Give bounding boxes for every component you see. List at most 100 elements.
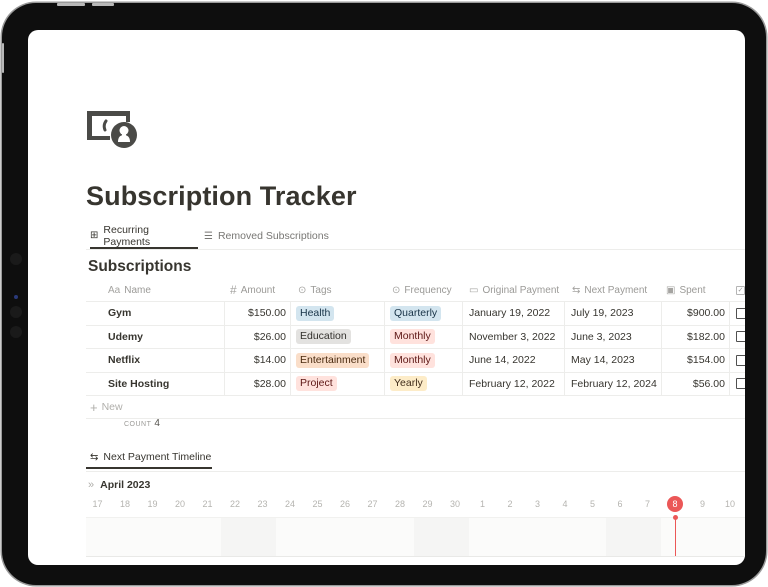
select-icon: ⊙	[392, 284, 401, 296]
tablet-frame: Subscription Tracker ⊞ Recurring Payment…	[2, 3, 766, 585]
timeline-day: 30	[449, 499, 460, 509]
timeline-day: 18	[119, 499, 130, 509]
cell-original-payment[interactable]: June 14, 2022	[469, 349, 536, 372]
column-header-spent[interactable]: ▣ Spent	[666, 279, 706, 301]
table-header: Aa Name # Amount ⊙ Tags ⊙ Frequency ▭ Origina…	[86, 279, 745, 302]
cell-next-payment[interactable]: February 12, 2024	[571, 373, 657, 396]
cell-original-payment[interactable]: February 12, 2022	[469, 373, 555, 396]
frequency-badge: Monthly	[390, 329, 435, 345]
power-button	[2, 43, 4, 73]
cell-amount[interactable]: $150.00	[224, 302, 286, 325]
tab-recurring-payments[interactable]: ⊞ Recurring Payments	[90, 224, 198, 249]
timeline-day: 22	[229, 499, 240, 509]
table-row[interactable]: Netflix $14.00 Entertainment Monthly Jun…	[86, 349, 745, 373]
checkbox[interactable]	[736, 378, 745, 390]
column-divider	[290, 372, 291, 395]
text-icon: Aa	[108, 284, 121, 296]
cell-name[interactable]: Netflix	[108, 349, 140, 372]
column-header-next-payment[interactable]: ⇆ Next Payment	[572, 279, 647, 301]
column-divider	[729, 325, 730, 348]
cell-amount[interactable]: $28.00	[224, 373, 286, 396]
cell-frequency[interactable]: Monthly	[390, 349, 435, 372]
checkbox[interactable]	[736, 354, 745, 366]
list-icon: ☰	[204, 230, 213, 242]
cell-tags[interactable]: Education	[296, 326, 351, 349]
column-header-checkbox[interactable]: ✓	[736, 279, 745, 301]
cell-frequency[interactable]: Quarterly	[390, 302, 442, 325]
cell-next-payment[interactable]: May 14, 2023	[571, 349, 635, 372]
cell-checkbox[interactable]	[736, 302, 745, 325]
timeline-day: 27	[367, 499, 378, 509]
plus-icon: +	[90, 399, 98, 415]
cell-name[interactable]: Gym	[108, 302, 131, 325]
cell-checkbox[interactable]	[736, 373, 745, 396]
table-row[interactable]: Gym $150.00 Health Quarterly January 19,…	[86, 302, 745, 326]
cell-checkbox[interactable]	[736, 326, 745, 349]
cell-tags[interactable]: Project	[296, 373, 337, 396]
cell-tags[interactable]: Health	[296, 302, 335, 325]
cell-frequency[interactable]: Yearly	[390, 373, 427, 396]
timeline-day: 6	[617, 499, 623, 509]
cell-amount[interactable]: $14.00	[224, 349, 286, 372]
weekend-column	[633, 518, 662, 556]
timeline-day: 28	[394, 499, 405, 509]
tab-label: Next Payment Timeline	[103, 451, 212, 463]
cell-name[interactable]: Site Hosting	[108, 373, 169, 396]
tab-removed-subscriptions[interactable]: ☰ Removed Subscriptions	[204, 224, 329, 248]
cell-checkbox[interactable]	[736, 349, 745, 372]
cell-frequency[interactable]: Monthly	[390, 326, 435, 349]
cell-original-payment[interactable]: November 3, 2022	[469, 326, 555, 349]
cell-spent[interactable]: $154.00	[661, 349, 725, 372]
timeline-day: 9	[699, 499, 705, 509]
new-row-button[interactable]: + New	[86, 396, 745, 419]
checkbox[interactable]	[736, 331, 745, 343]
cell-spent[interactable]: $56.00	[661, 373, 725, 396]
checkbox[interactable]	[736, 307, 745, 319]
timeline-day: 17	[92, 499, 103, 509]
column-divider	[729, 302, 730, 325]
timeline-day: 10	[724, 499, 735, 509]
column-divider	[290, 349, 291, 372]
column-divider	[290, 302, 291, 325]
column-header-original-payment[interactable]: ▭ Original Payment	[469, 279, 559, 301]
formula-icon: ⇆	[572, 284, 581, 296]
new-label: New	[101, 401, 123, 413]
cell-next-payment[interactable]: June 3, 2023	[571, 326, 632, 349]
column-divider	[462, 372, 463, 395]
cell-name[interactable]: Udemy	[108, 326, 143, 349]
page-title: Subscription Tracker	[86, 181, 357, 211]
select-icon: ⊙	[298, 284, 307, 296]
cell-next-payment[interactable]: July 19, 2023	[571, 302, 633, 325]
timeline-day: 8	[672, 499, 678, 509]
database-title[interactable]: Subscriptions	[88, 258, 191, 276]
number-icon: #	[230, 283, 237, 297]
column-header-tags[interactable]: ⊙ Tags	[298, 279, 332, 301]
cell-tags[interactable]: Entertainment	[296, 349, 370, 372]
column-divider	[384, 302, 385, 325]
weekend-column	[441, 518, 469, 556]
timeline-day: 21	[202, 499, 213, 509]
timeline-view-tabs: ⇆ Next Payment Timeline	[86, 447, 745, 472]
column-header-frequency[interactable]: ⊙ Frequency	[392, 279, 452, 301]
frequency-badge: Yearly	[390, 376, 427, 392]
cell-spent[interactable]: $182.00	[661, 326, 725, 349]
subscriptions-table: Aa Name # Amount ⊙ Tags ⊙ Frequency ▭ Origina…	[86, 279, 745, 419]
column-divider	[564, 372, 565, 395]
notion-page: Subscription Tracker ⊞ Recurring Payment…	[28, 30, 745, 565]
count-summary[interactable]: COUNT 4	[124, 418, 160, 429]
table-row[interactable]: Udemy $26.00 Education Monthly November …	[86, 325, 745, 349]
timeline-body[interactable]	[86, 515, 745, 557]
double-chevron-right-icon[interactable]: »	[88, 479, 94, 491]
money-bill-icon[interactable]	[86, 109, 142, 149]
weekend-column	[221, 518, 249, 556]
cell-spent[interactable]: $900.00	[661, 302, 725, 325]
column-divider	[462, 302, 463, 325]
column-header-amount[interactable]: # Amount	[230, 279, 275, 301]
table-row[interactable]: Site Hosting $28.00 Project Yearly Febru…	[86, 372, 745, 396]
tab-next-payment-timeline[interactable]: ⇆ Next Payment Timeline	[86, 447, 212, 469]
cell-amount[interactable]: $26.00	[224, 326, 286, 349]
timeline-day: 1	[479, 499, 485, 509]
month-label: April 2023	[100, 479, 151, 491]
column-header-name[interactable]: Aa Name	[108, 279, 151, 301]
cell-original-payment[interactable]: January 19, 2022	[469, 302, 550, 325]
